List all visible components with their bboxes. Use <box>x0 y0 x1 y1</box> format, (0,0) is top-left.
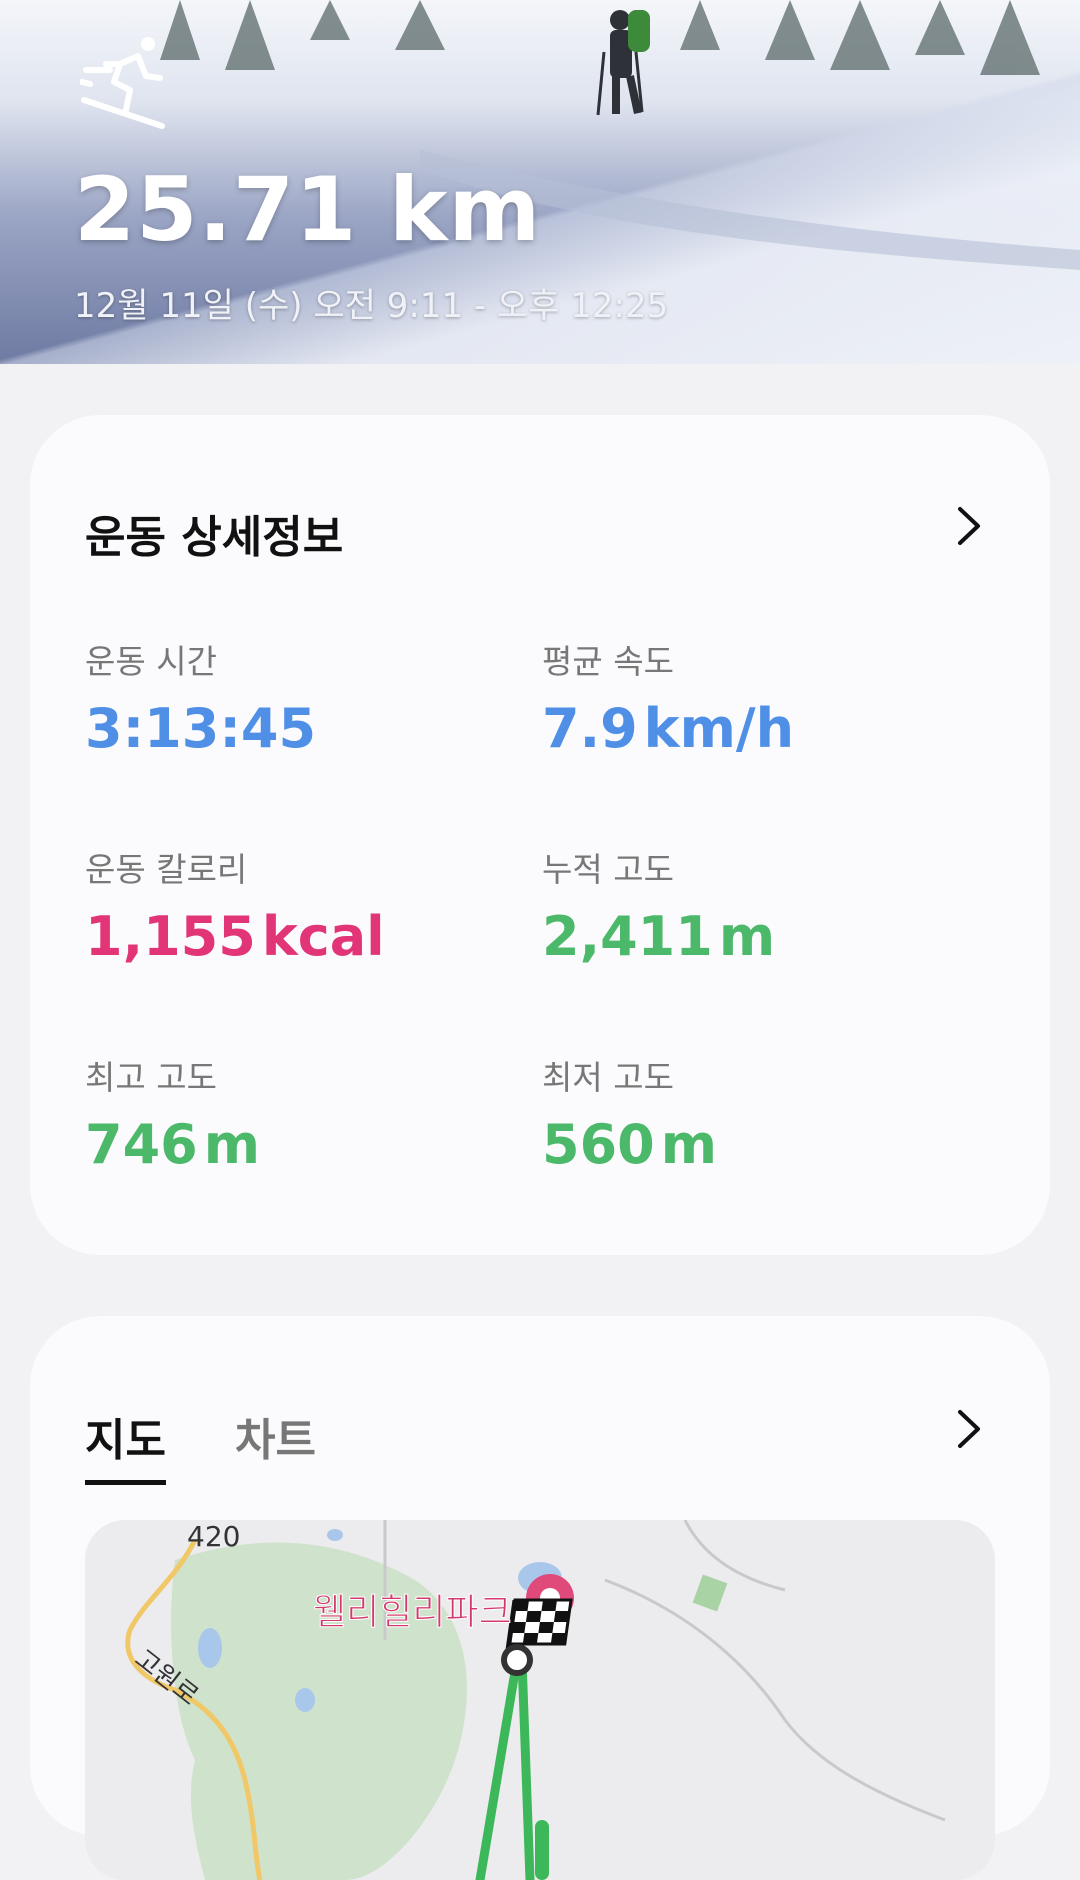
map-chart-card: 지도 차트 420 웰리힐리파크 고원로 <box>30 1316 1050 1880</box>
road-number-label: 420 <box>187 1520 240 1553</box>
workout-details-title: 운동 상세정보 <box>85 512 344 563</box>
skiing-icon <box>80 37 165 129</box>
poi-name-label: 웰리힐리파크 <box>313 1592 512 1633</box>
stat-value: 7.9 km/h <box>542 697 795 760</box>
activity-date-range: 12월 11일 (수) 오전 9:11 - 오후 12:25 <box>74 286 669 326</box>
stat-max-altitude: 최고 고도 746 m <box>85 1051 505 1176</box>
map-lake <box>327 1529 343 1541</box>
chevron-right-icon[interactable] <box>956 1408 982 1450</box>
stat-workout-time: 운동 시간 3:13:45 <box>85 635 505 760</box>
map-lake <box>295 1688 315 1712</box>
stat-label: 누적 고도 <box>542 850 674 889</box>
tab-map[interactable]: 지도 <box>85 1404 166 1485</box>
stat-label: 평균 속도 <box>542 642 674 681</box>
tab-chart[interactable]: 차트 <box>235 1404 316 1468</box>
map-road <box>683 1520 786 1592</box>
map-green-patch <box>692 1574 728 1612</box>
map-canvas: 420 웰리힐리파크 고원로 <box>125 1520 946 1880</box>
route-line <box>475 1655 522 1880</box>
stat-elevation-gain: 누적 고도 2,411 m <box>542 843 962 968</box>
route-start-point <box>501 1644 533 1676</box>
map-road <box>604 1578 946 1822</box>
stat-label: 운동 시간 <box>85 642 217 681</box>
total-distance: 25.71 km <box>74 158 542 261</box>
stat-average-speed: 평균 속도 7.9 km/h <box>542 635 962 760</box>
stat-value: 2,411 m <box>542 905 776 968</box>
stat-label: 운동 칼로리 <box>85 850 248 889</box>
stat-calories: 운동 칼로리 1,155 kcal <box>85 843 505 968</box>
route-line <box>535 1820 549 1880</box>
stat-label: 최고 고도 <box>85 1058 217 1097</box>
stat-value: 1,155 kcal <box>85 905 385 968</box>
stat-value: 3:13:45 <box>85 697 317 760</box>
route-map[interactable]: 420 웰리힐리파크 고원로 <box>85 1520 995 1880</box>
map-lake <box>198 1628 222 1668</box>
stat-value: 746 m <box>85 1113 261 1176</box>
workout-details-card[interactable]: 운동 상세정보 운동 시간 3:13:45 평균 속도 7.9 km/h 운동 칼… <box>30 415 1050 1255</box>
stat-value: 560 m <box>542 1113 718 1176</box>
stat-label: 최저 고도 <box>542 1058 674 1097</box>
chevron-right-icon[interactable] <box>956 505 982 547</box>
route-line <box>517 1655 535 1880</box>
activity-header: 25.71 km 12월 11일 (수) 오전 9:11 - 오후 12:25 <box>0 0 1080 364</box>
stat-min-altitude: 최저 고도 560 m <box>542 1051 962 1176</box>
